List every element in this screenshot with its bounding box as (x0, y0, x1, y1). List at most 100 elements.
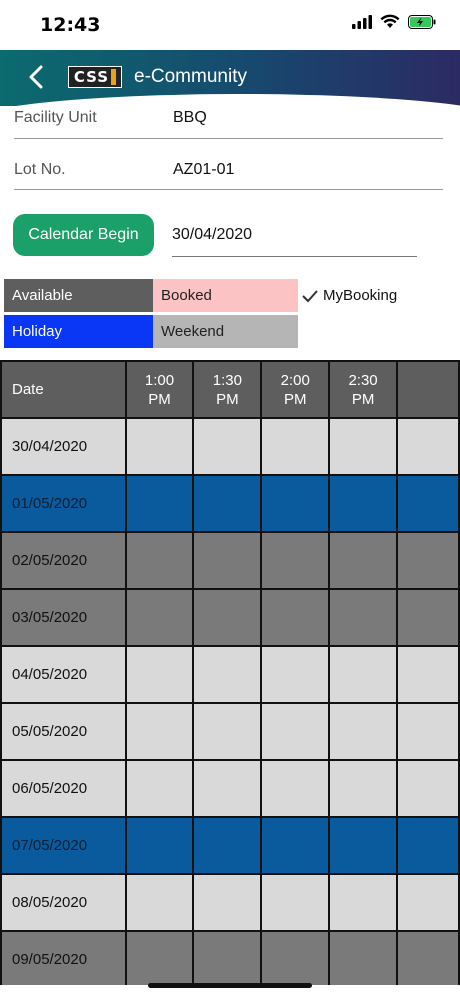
slot-cell (395, 930, 460, 985)
facility-unit-label: Facility Unit (14, 109, 97, 126)
slot-cell (328, 531, 398, 590)
grid-row-holiday: 01/05/2020 (0, 474, 460, 533)
slot-cell[interactable] (328, 873, 398, 932)
wifi-icon (380, 14, 400, 34)
grid-row-normal: 04/05/2020 (0, 645, 460, 704)
calendar-begin-button[interactable]: Calendar Begin (13, 214, 154, 256)
slot-cell[interactable] (192, 645, 263, 704)
slot-cell[interactable] (124, 645, 195, 704)
slot-cell (328, 474, 398, 533)
slot-cell[interactable] (328, 417, 398, 476)
slot-cell (395, 588, 460, 647)
slot-cell[interactable] (124, 873, 195, 932)
grid-row-normal: 05/05/2020 (0, 702, 460, 761)
legend-holiday: Holiday (4, 315, 153, 348)
slot-cell (260, 531, 331, 590)
slot-cell[interactable] (192, 759, 263, 818)
grid-row-weekend: 09/05/2020 (0, 930, 460, 985)
slot-cell (124, 474, 195, 533)
slot-cell (395, 531, 460, 590)
facility-unit-value: BBQ (173, 109, 207, 126)
chevron-left-icon (29, 65, 43, 89)
row-date: 01/05/2020 (0, 474, 127, 533)
slot-cell (192, 816, 263, 875)
time-slot-header: 2:00 PM (260, 360, 331, 419)
slot-cell[interactable] (260, 645, 331, 704)
slot-cell[interactable] (395, 645, 460, 704)
slot-cell (124, 588, 195, 647)
page-title: e-Community (134, 66, 247, 87)
battery-charging-icon (408, 14, 436, 34)
slot-cell[interactable] (395, 702, 460, 761)
header-curve (0, 94, 460, 106)
slot-cell (192, 930, 263, 985)
status-bar: 12:43 (0, 0, 460, 50)
date-column-header: Date (0, 360, 127, 419)
slot-cell (260, 474, 331, 533)
slot-cell (328, 930, 398, 985)
grid-row-weekend: 02/05/2020 (0, 531, 460, 590)
time-slot-header-partial (395, 360, 460, 419)
slot-cell[interactable] (260, 759, 331, 818)
slot-cell[interactable] (328, 759, 398, 818)
lot-no-value: AZ01-01 (173, 161, 235, 178)
slot-cell[interactable] (192, 873, 263, 932)
back-button[interactable] (22, 62, 52, 92)
row-date: 05/05/2020 (0, 702, 127, 761)
row-date: 07/05/2020 (0, 816, 127, 875)
booking-grid: Date 1:00 PM 1:30 PM 2:00 PM 2:30 PM 30/04/2… (0, 360, 460, 985)
slot-cell[interactable] (328, 702, 398, 761)
slot-cell (192, 531, 263, 590)
slot-cell[interactable] (260, 873, 331, 932)
grid-row-holiday: 07/05/2020 (0, 816, 460, 875)
grid-header-row: Date 1:00 PM 1:30 PM 2:00 PM 2:30 PM (0, 360, 460, 419)
slot-cell[interactable] (192, 417, 263, 476)
slot-cell (260, 930, 331, 985)
slot-cell[interactable] (124, 759, 195, 818)
row-date: 06/05/2020 (0, 759, 127, 818)
legend-weekend: Weekend (153, 315, 298, 348)
home-indicator (148, 983, 312, 988)
legend-booked: Booked (153, 279, 298, 312)
calendar-date-field[interactable]: 30/04/2020 (172, 214, 417, 257)
booking-table: Date 1:00 PM 1:30 PM 2:00 PM 2:30 PM 30/04/2… (0, 360, 460, 985)
checkmark-icon (302, 289, 318, 302)
row-date: 09/05/2020 (0, 930, 127, 985)
status-time: 12:43 (40, 14, 101, 36)
slot-cell (328, 816, 398, 875)
slot-cell (124, 531, 195, 590)
grid-row-weekend: 03/05/2020 (0, 588, 460, 647)
slot-cell (395, 816, 460, 875)
signal-icon (352, 14, 372, 34)
slot-cell[interactable] (260, 417, 331, 476)
row-date: 02/05/2020 (0, 531, 127, 590)
slot-cell[interactable] (395, 759, 460, 818)
slot-cell[interactable] (260, 702, 331, 761)
slot-cell (192, 588, 263, 647)
lot-no-row: Lot No. AZ01-01 (14, 139, 443, 190)
slot-cell (124, 816, 195, 875)
slot-cell (260, 816, 331, 875)
grid-row-normal: 06/05/2020 (0, 759, 460, 818)
slot-cell (192, 474, 263, 533)
slot-cell (124, 930, 195, 985)
time-slot-header: 1:00 PM (124, 360, 195, 419)
app-header: CSS e-Community (0, 50, 460, 106)
time-slot-header: 2:30 PM (328, 360, 398, 419)
slot-cell (260, 588, 331, 647)
slot-cell[interactable] (328, 645, 398, 704)
legend-available: Available (4, 279, 153, 312)
lot-no-label: Lot No. (14, 161, 66, 178)
row-date: 04/05/2020 (0, 645, 127, 704)
row-date: 03/05/2020 (0, 588, 127, 647)
facility-unit-row: Facility Unit BBQ (14, 106, 443, 139)
slot-cell (395, 474, 460, 533)
slot-cell[interactable] (395, 873, 460, 932)
slot-cell[interactable] (124, 417, 195, 476)
slot-cell[interactable] (395, 417, 460, 476)
slot-cell[interactable] (124, 702, 195, 761)
slot-cell (328, 588, 398, 647)
row-date: 30/04/2020 (0, 417, 127, 476)
slot-cell[interactable] (192, 702, 263, 761)
status-icons (352, 14, 436, 34)
